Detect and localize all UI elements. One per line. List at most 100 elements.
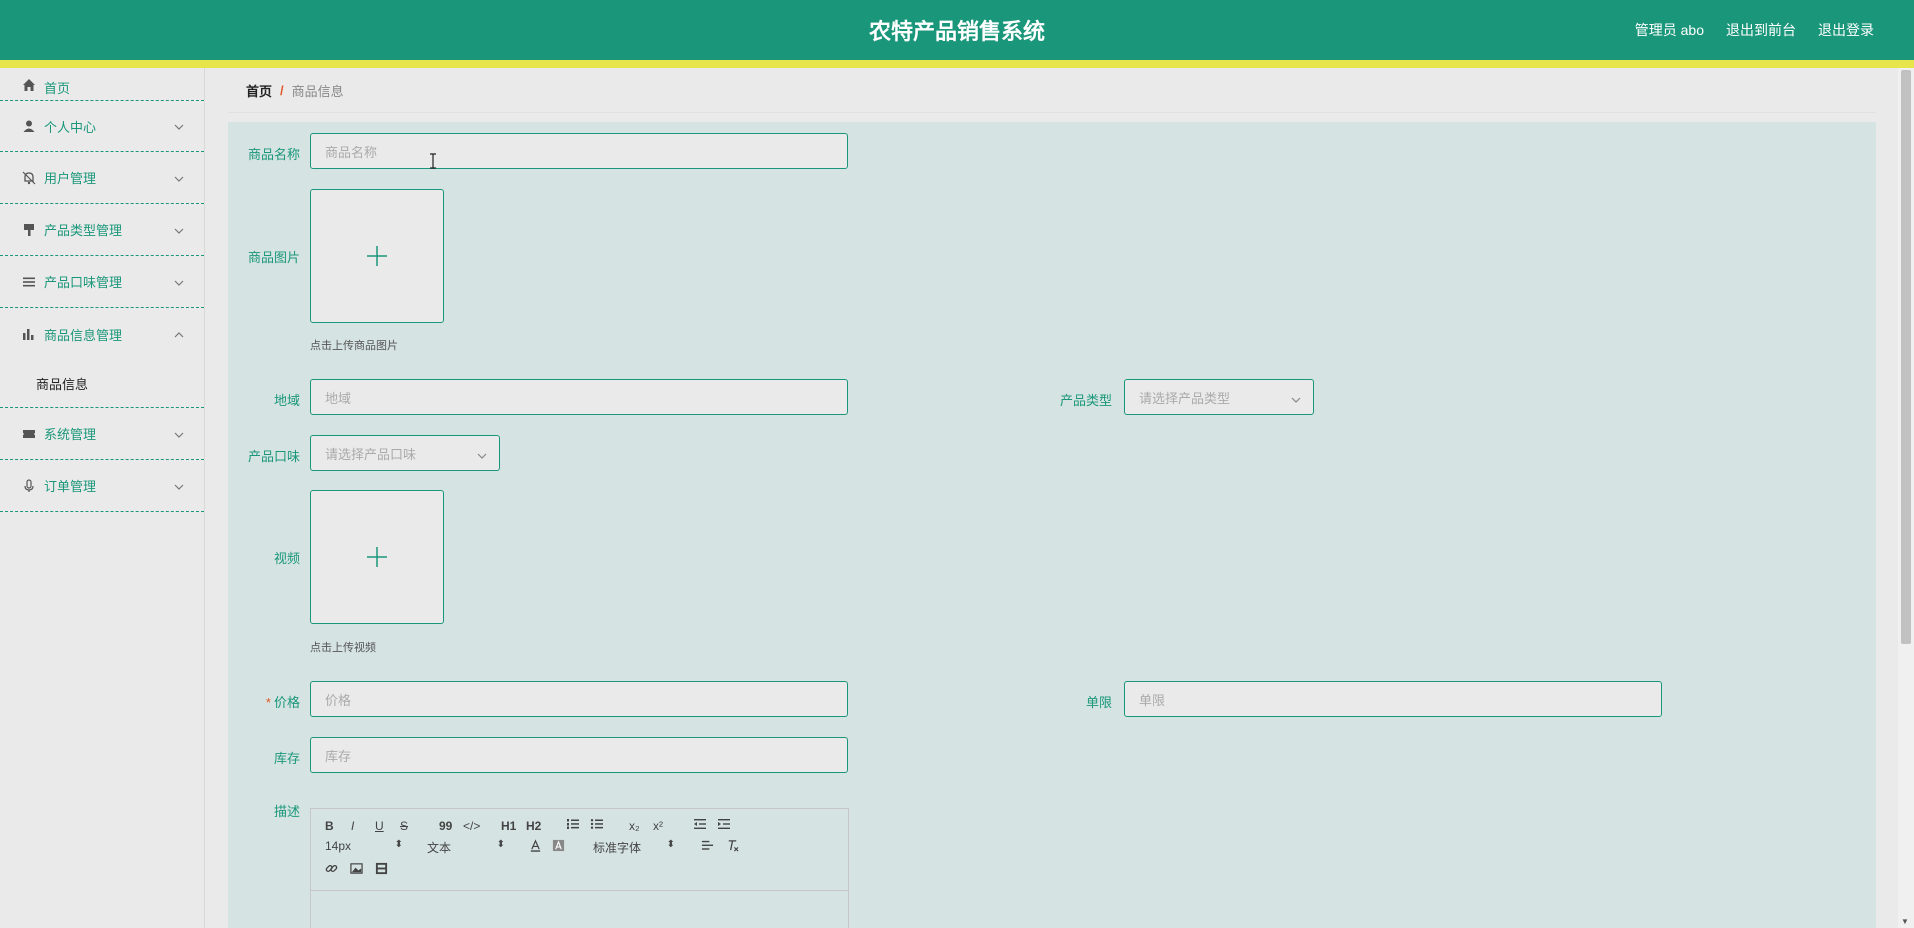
sidebar-item-goods[interactable]: 商品信息管理	[0, 308, 204, 360]
font-size-value: 14px	[325, 839, 352, 853]
ordered-list-icon[interactable]	[566, 817, 580, 834]
chevron-down-icon	[477, 449, 487, 459]
strike-button[interactable]: S	[400, 819, 408, 833]
h1-button[interactable]: H1	[501, 819, 516, 833]
product-name-input[interactable]: 商品名称	[310, 133, 848, 169]
sidebar-item-flavors[interactable]: 产品口味管理	[0, 256, 204, 308]
product-name-placeholder: 商品名称	[325, 144, 378, 160]
underline-button[interactable]: U	[375, 819, 384, 833]
sidebar: 首页 个人中心 用户管理 产品类型管理 产品口味管理 商品信息管理 商品信息 系…	[0, 68, 205, 928]
bold-button[interactable]: B	[325, 819, 334, 833]
region-placeholder: 地域	[325, 390, 352, 406]
sidebar-item-product-types[interactable]: 产品类型管理	[0, 204, 204, 256]
video-icon[interactable]	[375, 862, 388, 878]
image-icon[interactable]	[350, 862, 363, 878]
price-label: * 价格	[240, 692, 300, 711]
chevron-down-icon	[174, 276, 184, 286]
flavor-placeholder: 请选择产品口味	[325, 446, 417, 462]
sidebar-item-orders[interactable]: 订单管理	[0, 460, 204, 512]
stock-label: 库存	[273, 751, 300, 766]
bar-chart-icon	[22, 327, 36, 341]
image-label: 商品图片	[247, 250, 300, 265]
ticket-icon	[22, 427, 36, 441]
background-color-icon[interactable]	[552, 839, 565, 855]
stock-placeholder: 库存	[325, 748, 352, 764]
stock-input[interactable]: 库存	[310, 737, 848, 773]
outdent-icon[interactable]	[693, 817, 707, 834]
quote-button[interactable]: 99	[439, 819, 452, 833]
sidebar-item-profile[interactable]: 个人中心	[0, 100, 204, 152]
sidebar-item-users[interactable]: 用户管理	[0, 152, 204, 204]
plus-icon	[367, 246, 387, 266]
sidebar-item-label: 商品信息管理	[44, 327, 123, 343]
font-size-select[interactable]: 14px ⬍	[325, 839, 403, 853]
sidebar-item-label: 个人中心	[44, 119, 97, 135]
limit-input[interactable]: 单限	[1124, 681, 1662, 717]
desc-label: 描述	[273, 804, 300, 819]
image-hint: 点击上传商品图片	[310, 340, 398, 352]
region-input[interactable]: 地域	[310, 379, 848, 415]
updown-icon: ⬍	[394, 839, 403, 850]
scroll-down-arrow-icon[interactable]: ▼	[1901, 917, 1909, 926]
paragraph-select[interactable]: 文本 ⬍	[427, 839, 505, 856]
limit-label: 单限	[1085, 695, 1112, 710]
chevron-down-icon	[174, 480, 184, 490]
flavor-select[interactable]: 请选择产品口味	[310, 435, 500, 471]
sidebar-item-home[interactable]: 首页	[0, 68, 204, 100]
subscript-button[interactable]: x₂	[629, 819, 640, 833]
price-placeholder: 价格	[325, 692, 352, 708]
video-label: 视频	[273, 551, 300, 566]
price-label-text: 价格	[273, 695, 300, 710]
font-family-select[interactable]: 标准字体 ⬍	[593, 839, 675, 856]
font-family-value: 标准字体	[593, 841, 642, 855]
required-mark: *	[265, 695, 271, 710]
breadcrumb-home[interactable]: 首页	[246, 81, 272, 100]
chevron-down-icon	[1291, 393, 1301, 403]
image-uploader[interactable]	[310, 189, 444, 323]
chevron-up-icon	[174, 328, 184, 338]
sidebar-item-system[interactable]: 系统管理	[0, 408, 204, 460]
sidebar-subitem-goods-info[interactable]: 商品信息	[0, 360, 204, 408]
sidebar-item-label: 首页	[44, 81, 71, 96]
header-actions: 管理员 abo 退出到前台 退出登录	[1635, 20, 1874, 40]
sidebar-item-label: 用户管理	[44, 171, 97, 186]
link-icon[interactable]	[325, 862, 338, 878]
h2-button[interactable]: H2	[526, 819, 541, 833]
price-input[interactable]: 价格	[310, 681, 848, 717]
type-label: 产品类型	[1059, 393, 1112, 408]
sidebar-item-label: 订单管理	[44, 479, 97, 494]
chevron-down-icon	[174, 428, 184, 438]
bullet-list-icon[interactable]	[590, 817, 604, 834]
italic-button[interactable]: I	[351, 819, 354, 833]
header-stripe	[0, 60, 1914, 68]
top-header: 农特产品销售系统 管理员 abo 退出到前台 退出登录	[0, 0, 1914, 60]
font-color-icon[interactable]	[529, 839, 542, 855]
code-button[interactable]: </>	[463, 819, 480, 833]
mic-icon	[22, 478, 36, 493]
region-label: 地域	[273, 393, 300, 408]
video-hint: 点击上传视频	[310, 642, 376, 654]
logout-link[interactable]: 退出登录	[1818, 20, 1874, 40]
name-label: 商品名称	[247, 147, 300, 162]
list-icon	[22, 275, 36, 289]
product-type-select[interactable]: 请选择产品类型	[1124, 379, 1314, 415]
front-link[interactable]: 退出到前台	[1726, 20, 1796, 40]
plus-icon	[367, 547, 387, 567]
align-icon[interactable]	[701, 839, 714, 855]
breadcrumb-current: 商品信息	[291, 83, 344, 99]
video-uploader[interactable]	[310, 490, 444, 624]
current-user: 管理员 abo	[1634, 22, 1704, 38]
app-title: 农特产品销售系统	[868, 19, 1045, 44]
superscript-button[interactable]: x²	[653, 819, 663, 833]
clear-format-icon[interactable]	[726, 839, 739, 855]
rich-text-editor[interactable]: B I U S 99 </> H1 H2 x₂ x² 14px ⬍ 文本 ⬍ 标…	[310, 808, 849, 928]
scrollbar-thumb[interactable]	[1901, 70, 1911, 644]
editor-toolbar: B I U S 99 </> H1 H2 x₂ x² 14px ⬍ 文本 ⬍ 标…	[311, 809, 848, 891]
indent-icon[interactable]	[717, 817, 731, 834]
chevron-down-icon	[174, 224, 184, 234]
sidebar-item-label: 产品类型管理	[44, 223, 123, 238]
home-icon	[22, 78, 36, 92]
bell-icon	[22, 171, 36, 185]
page-scrollbar[interactable]: ▼	[1898, 68, 1914, 928]
updown-icon: ⬍	[496, 839, 505, 850]
